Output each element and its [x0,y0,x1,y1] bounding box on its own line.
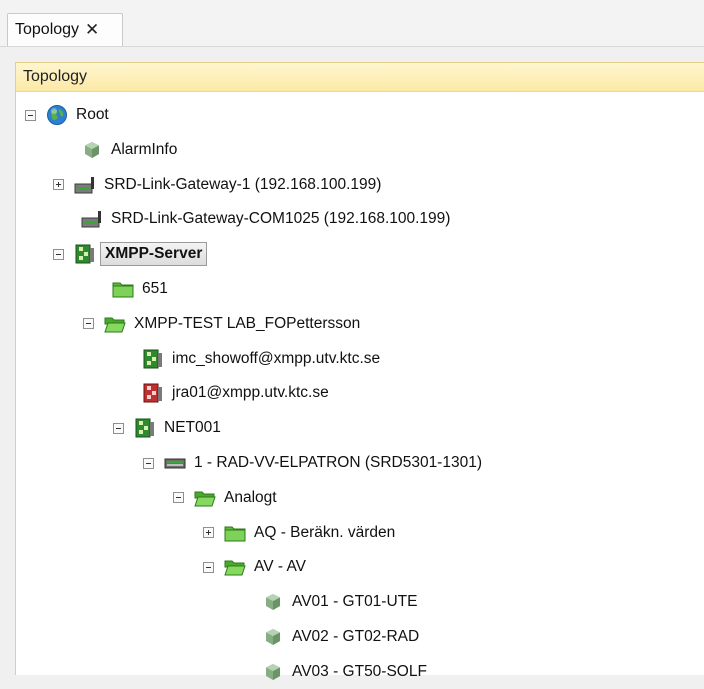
tab-strip: Topology ✕ [0,0,704,47]
collapse-icon[interactable] [83,318,94,330]
tree-item-label: AV - AV [254,558,306,576]
collapse-icon[interactable] [113,422,124,434]
cube-icon [81,140,103,160]
xmpp-contact-offline-icon [142,383,164,403]
tree-item-label: Analogt [224,488,277,506]
collapse-icon[interactable] [173,492,184,504]
close-icon[interactable]: ✕ [85,20,99,40]
tab-topology[interactable]: Topology ✕ [7,13,123,46]
tree-item-label: 651 [142,280,168,297]
tree-item[interactable]: AV02 - GT02-RAD [262,620,419,654]
tree-item-label: jra01@xmpp.utv.ktc.se [172,384,329,402]
expand-icon[interactable] [53,179,64,191]
tree-item[interactable]: jra01@xmpp.utv.ktc.se [142,376,329,410]
collapse-icon[interactable] [25,109,36,121]
globe-icon [46,105,68,125]
tree-item[interactable]: imc_showoff@xmpp.utv.ktc.se [142,342,380,376]
tree-item-label: AV02 - GT02-RAD [292,628,420,645]
collapse-icon[interactable] [143,457,154,469]
tree-item-label: Root [76,106,109,123]
tree-item[interactable]: AV03 - GT50-SOLF [262,655,427,689]
panel-title: Topology [16,63,704,92]
tree-item[interactable]: NET001 [113,411,221,445]
cube-icon [262,662,284,682]
tree-item[interactable]: XMPP-Server [53,237,208,271]
collapse-icon[interactable] [53,248,64,260]
topology-panel: Topology Root AlarmInfo SRD-Link-Gateway-1… [15,62,704,680]
tree-item[interactable]: XMPP-TEST LAB_FOPettersson [83,307,360,341]
tree-item-label: 1 - RAD-VV-ELPATRON (SRD5301-1301) [194,454,482,471]
tree-item[interactable]: Root [25,98,109,132]
tree-item-label: SRD-Link-Gateway-1 (192.168.100.199) [104,175,382,193]
folder-open-icon [194,488,216,508]
expand-icon[interactable] [203,527,214,539]
tree-item[interactable]: AlarmInfo [81,133,177,167]
folder-open-icon [224,557,246,577]
tree-item[interactable]: AV01 - GT01-UTE [262,585,417,619]
device-icon [164,453,186,473]
tree-item[interactable]: SRD-Link-Gateway-COM1025 (192.168.100.19… [81,202,450,236]
tab-topology-label: Topology [15,21,80,38]
tree-item-label: AV03 - GT50-SOLF [292,662,427,680]
tree-item-label: NET001 [164,419,221,437]
tree-item-label: XMPP-TEST LAB_FOPettersson [134,314,361,332]
tree-item-label: SRD-Link-Gateway-COM1025 (192.168.100.19… [111,210,451,228]
tree-item[interactable]: Analogt [173,481,277,515]
collapse-icon[interactable] [203,561,214,573]
folder-icon [112,279,134,299]
folder-icon [224,523,246,543]
tree-item[interactable]: AQ - Beräkn. värden [203,516,395,550]
tree-item-label: AQ - Beräkn. värden [254,523,396,541]
tree-item[interactable]: 1 - RAD-VV-ELPATRON (SRD5301-1301) [143,446,482,480]
tree-item-label: AlarmInfo [111,140,178,158]
topology-tree: Root AlarmInfo SRD-Link-Gateway-1 (192.168… [16,91,704,680]
tree-item[interactable]: SRD-Link-Gateway-1 (192.168.100.199) [53,168,381,202]
xmpp-contact-icon [134,418,156,438]
gateway-icon [81,209,103,229]
tree-item-label: AV01 - GT01-UTE [292,593,418,611]
tree-item[interactable]: AV - AV [203,550,306,584]
cube-icon [262,592,284,612]
cube-icon [262,627,284,647]
tree-item[interactable]: 651 [112,272,168,306]
gateway-icon [74,175,96,195]
folder-open-icon [104,314,126,334]
tree-item-label: imc_showoff@xmpp.utv.ktc.se [172,349,381,367]
xmpp-server-icon [74,244,96,264]
tree-item-label: XMPP-Server [100,242,208,267]
xmpp-contact-icon [142,349,164,369]
